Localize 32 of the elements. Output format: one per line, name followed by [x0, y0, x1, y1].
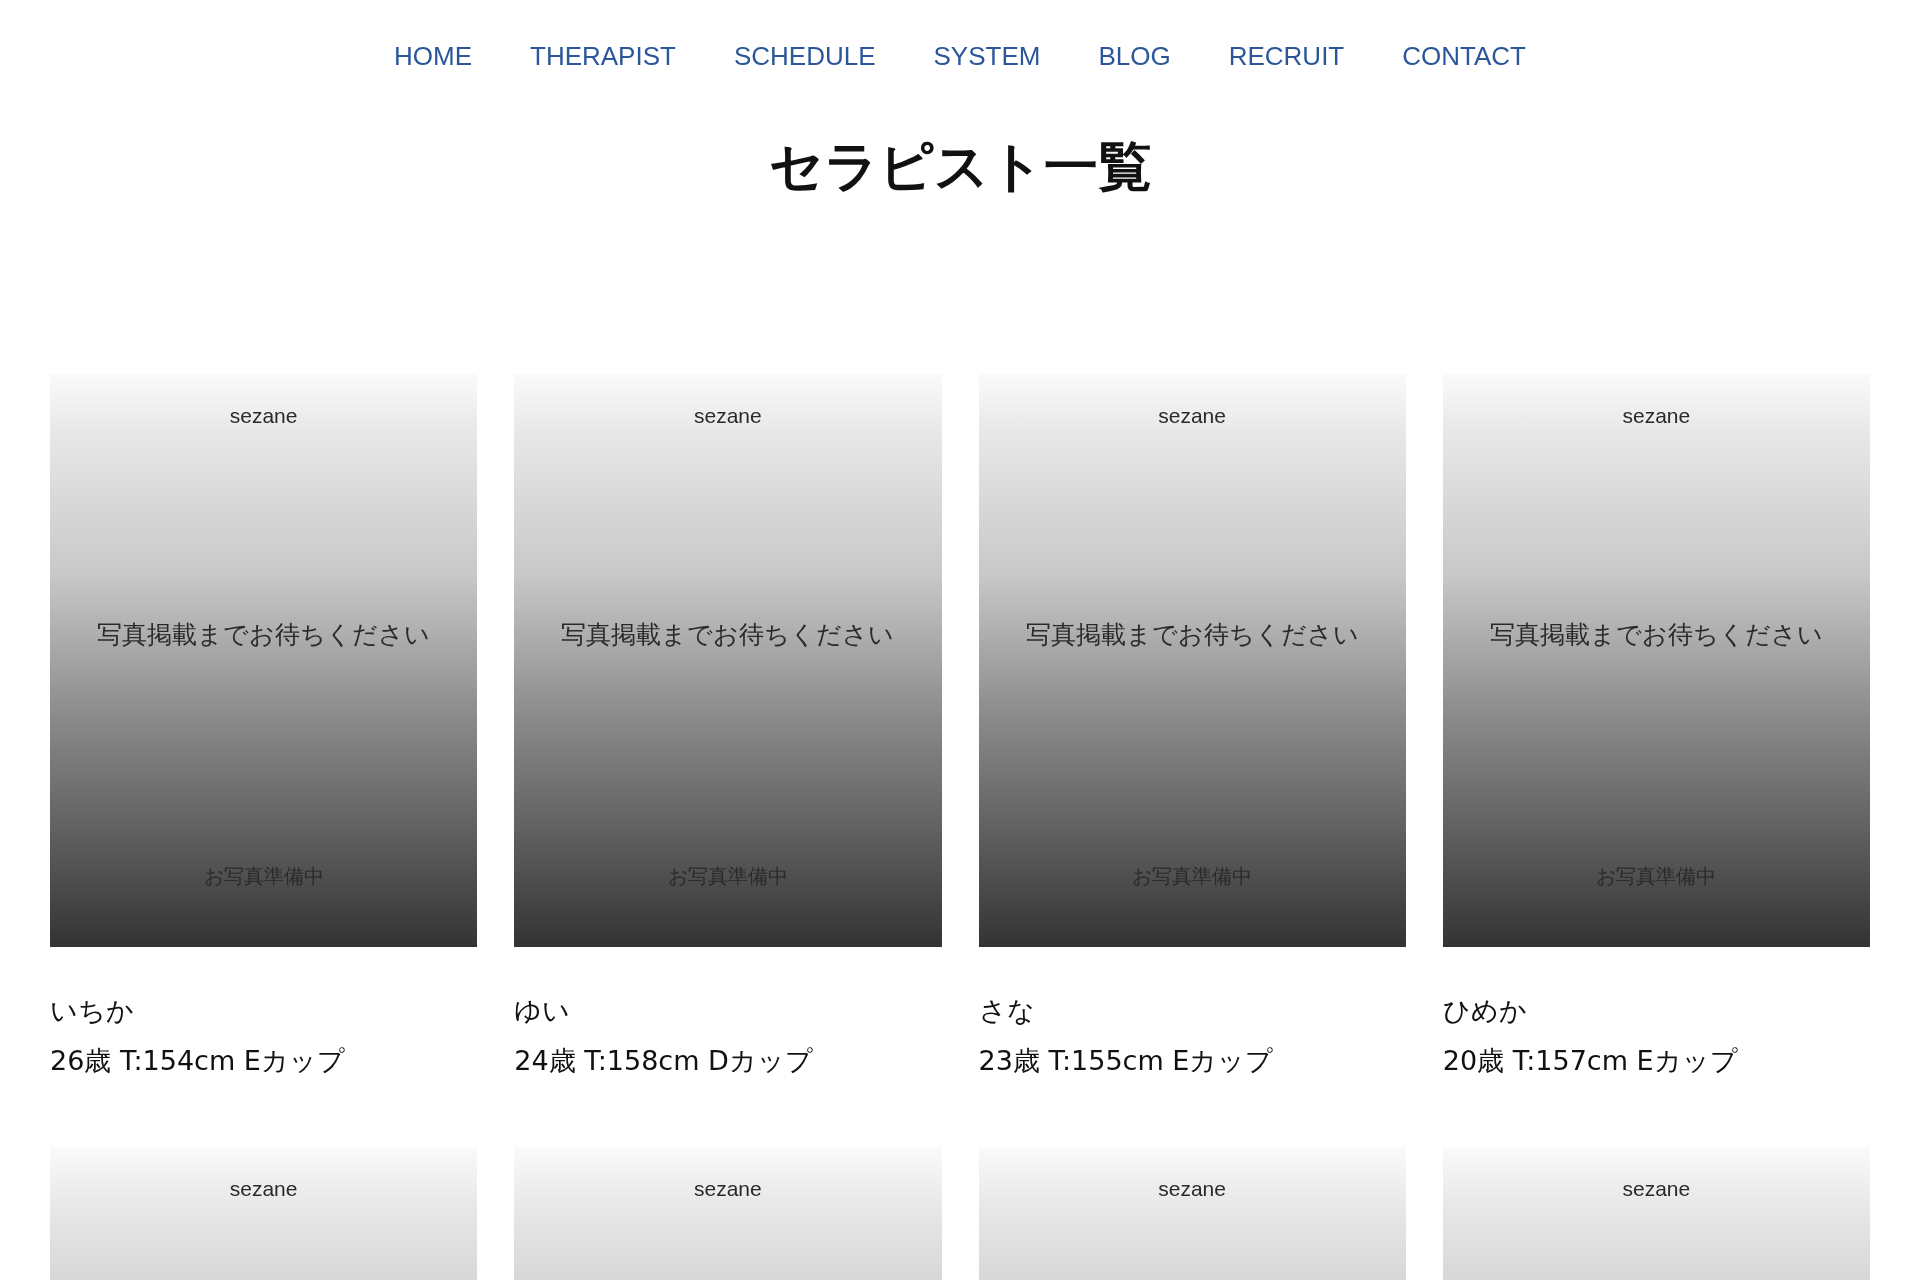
nav-link[interactable]: BLOG: [1098, 36, 1171, 112]
brand-text: sezane: [1158, 1176, 1226, 1202]
therapist-name: ひめか: [1442, 994, 1528, 1028]
placeholder-message: 写真掲載までお待ちください: [97, 618, 431, 651]
brand-text: sezane: [694, 403, 762, 429]
nav-link[interactable]: HOME: [394, 36, 472, 112]
placeholder-message: 写真掲載までお待ちください: [1025, 618, 1359, 651]
brand-text: sezane: [1158, 403, 1226, 429]
therapist-details: 26歳 T:154cm Eカップ: [50, 1044, 346, 1078]
photo-placeholder[interactable]: sezane: [978, 1147, 1406, 1280]
photo-placeholder[interactable]: sezane: [1442, 1147, 1870, 1280]
nav-link[interactable]: THERAPIST: [530, 36, 676, 112]
nav-link[interactable]: RECRUIT: [1228, 36, 1345, 112]
brand-text: sezane: [229, 1176, 298, 1202]
therapist-name: ゆい: [514, 994, 572, 1028]
brand-text: sezane: [1622, 1176, 1691, 1202]
brand-text: sezane: [1622, 403, 1691, 429]
therapist-name: いちか: [50, 994, 135, 1028]
photo-placeholder[interactable]: sezane: [50, 1147, 478, 1280]
nav-link[interactable]: CONTACT: [1402, 36, 1526, 112]
brand-text: sezane: [694, 1176, 762, 1202]
placeholder-message: 写真掲載までお待ちください: [561, 618, 895, 651]
placeholder-message: 写真掲載までお待ちください: [1489, 618, 1823, 651]
therapist-details: 24歳 T:158cm Dカップ: [514, 1044, 814, 1078]
nav-link[interactable]: SCHEDULE: [733, 36, 876, 112]
therapist-name: さな: [978, 994, 1036, 1028]
therapist-details: 23歳 T:155cm Eカップ: [978, 1044, 1275, 1078]
therapist-details: 20歳 T:157cm Eカップ: [1442, 1044, 1739, 1078]
photo-placeholder[interactable]: sezane: [514, 1147, 942, 1280]
nav-link[interactable]: SYSTEM: [933, 36, 1041, 112]
page-title: セラピスト一覧: [767, 134, 1153, 200]
brand-text: sezane: [229, 403, 298, 429]
